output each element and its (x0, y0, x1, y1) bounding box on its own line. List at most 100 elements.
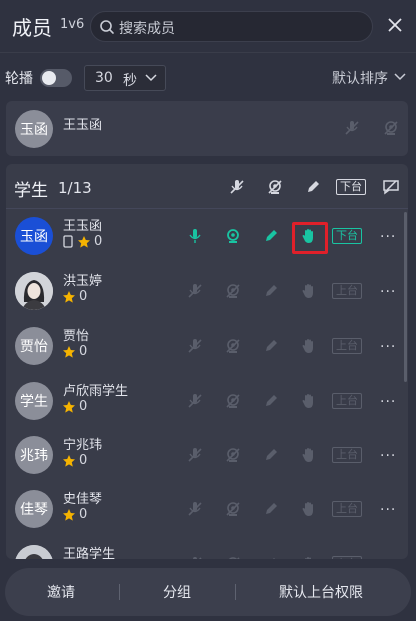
camera-off-icon (384, 121, 398, 135)
group-button[interactable]: 分组 (163, 582, 191, 602)
device-icon (63, 235, 73, 248)
sort-dropdown[interactable]: 默认排序 (332, 68, 388, 88)
mic-off-icon[interactable] (186, 446, 204, 464)
more-icon[interactable]: ··· (380, 557, 396, 559)
on-stage-button[interactable]: 上台 (332, 501, 362, 517)
mic-off-icon (345, 121, 359, 135)
pen-icon[interactable] (304, 178, 322, 196)
pen-icon[interactable] (262, 337, 280, 355)
more-icon[interactable]: ··· (380, 394, 396, 410)
more-icon[interactable]: ··· (380, 448, 396, 464)
avatar-photo-icon (15, 545, 53, 559)
camera-off-icon[interactable] (224, 282, 242, 300)
student-name: 卢欣雨学生 (63, 384, 129, 399)
student-name: 贾怡 (63, 329, 90, 344)
search-input[interactable]: 搜索成员 (90, 11, 373, 42)
search-placeholder: 搜索成员 (119, 21, 175, 37)
raise-hand-icon[interactable] (300, 446, 318, 464)
rotate-toggle[interactable] (40, 69, 72, 87)
on-stage-button[interactable]: 上台 (332, 393, 362, 409)
raise-hand-icon[interactable] (300, 282, 318, 300)
on-stage-button[interactable]: 上台 (332, 447, 362, 463)
student-meta: 0 (62, 507, 87, 522)
star-icon (63, 400, 75, 413)
student-meta: 0 (62, 453, 87, 468)
teacher-card: 玉函 王玉函 (6, 101, 408, 156)
student-meta: 0 (62, 289, 87, 304)
mic-off-icon[interactable] (186, 500, 204, 518)
all-off-stage-button[interactable]: 下台 (336, 179, 366, 195)
members-header: 成员 1v6 搜索成员 (0, 0, 416, 52)
pen-icon[interactable] (262, 227, 280, 245)
seconds-unit: 秒 (123, 73, 137, 89)
close-icon[interactable] (385, 15, 405, 35)
on-stage-button[interactable]: 上台 (332, 338, 362, 354)
chevron-down-icon[interactable] (394, 72, 406, 82)
student-meta: 0 (62, 399, 87, 414)
camera-off-icon[interactable] (224, 555, 242, 559)
avatar: 玉函 (15, 217, 53, 255)
teacher-name: 王玉函 (63, 118, 103, 133)
on-stage-button[interactable]: 上台 (332, 283, 362, 299)
panel-title: 成员 (12, 16, 52, 40)
more-icon[interactable]: ··· (380, 284, 396, 300)
raise-hand-icon[interactable] (300, 555, 318, 559)
header-divider (0, 52, 416, 53)
seconds-value: 30 (95, 70, 113, 86)
default-stage-permission-button[interactable]: 默认上台权限 (279, 582, 363, 602)
student-score: 0 (79, 344, 88, 359)
student-score: 0 (79, 289, 88, 304)
invite-button[interactable]: 邀请 (47, 582, 75, 602)
mute-all-icon[interactable] (228, 178, 246, 196)
seconds-select[interactable]: 30 秒 (84, 65, 166, 91)
pen-icon[interactable] (262, 392, 280, 410)
mic-off-icon[interactable] (186, 282, 204, 300)
avatar: 兆玮 (15, 436, 53, 474)
student-score: 0 (94, 234, 103, 249)
camera-off-icon[interactable] (224, 500, 242, 518)
mic-off-icon[interactable] (186, 392, 204, 410)
pen-icon[interactable] (262, 282, 280, 300)
avatar: 学生 (15, 382, 53, 420)
star-icon (78, 235, 90, 248)
student-score: 0 (79, 453, 88, 468)
toggle-knob (42, 71, 56, 85)
on-stage-button[interactable]: 上台 (332, 556, 362, 559)
avatar-photo-icon (15, 272, 53, 310)
star-icon (63, 454, 75, 467)
mic-off-icon[interactable] (186, 555, 204, 559)
student-score: 0 (79, 507, 88, 522)
camera-off-icon[interactable] (224, 446, 242, 464)
mic-icon[interactable] (186, 227, 204, 245)
raise-hand-icon[interactable] (300, 337, 318, 355)
pen-icon[interactable] (262, 446, 280, 464)
student-name: 王玉函 (63, 219, 103, 234)
students-title: 学生 (14, 181, 48, 201)
chat-off-icon[interactable] (382, 178, 400, 196)
more-icon[interactable]: ··· (380, 229, 396, 245)
footer-bar: 邀请 分组 默认上台权限 (5, 568, 411, 616)
raise-hand-icon[interactable] (300, 500, 318, 518)
student-row: 玉函 王玉函 0 下台 ··· (6, 209, 408, 263)
more-icon[interactable]: ··· (380, 502, 396, 518)
avatar: 玉函 (15, 110, 53, 148)
camera-off-all-icon[interactable] (266, 178, 284, 196)
scrollbar[interactable] (404, 212, 407, 382)
avatar: 贾怡 (15, 327, 53, 365)
mic-off-icon[interactable] (186, 337, 204, 355)
raise-hand-icon[interactable] (300, 392, 318, 410)
student-name: 王路学生 (63, 547, 116, 559)
student-name: 史佳琴 (63, 492, 103, 507)
off-stage-button[interactable]: 下台 (332, 228, 362, 244)
footer-divider (119, 584, 120, 600)
student-name: 宁兆玮 (63, 438, 103, 453)
students-count: 1/13 (58, 179, 92, 197)
camera-off-icon[interactable] (224, 392, 242, 410)
pen-icon[interactable] (262, 500, 280, 518)
star-icon (63, 290, 75, 303)
camera-off-icon[interactable] (224, 337, 242, 355)
pen-icon[interactable] (262, 555, 280, 559)
avatar (15, 272, 53, 310)
more-icon[interactable]: ··· (380, 339, 396, 355)
camera-icon[interactable] (224, 227, 242, 245)
